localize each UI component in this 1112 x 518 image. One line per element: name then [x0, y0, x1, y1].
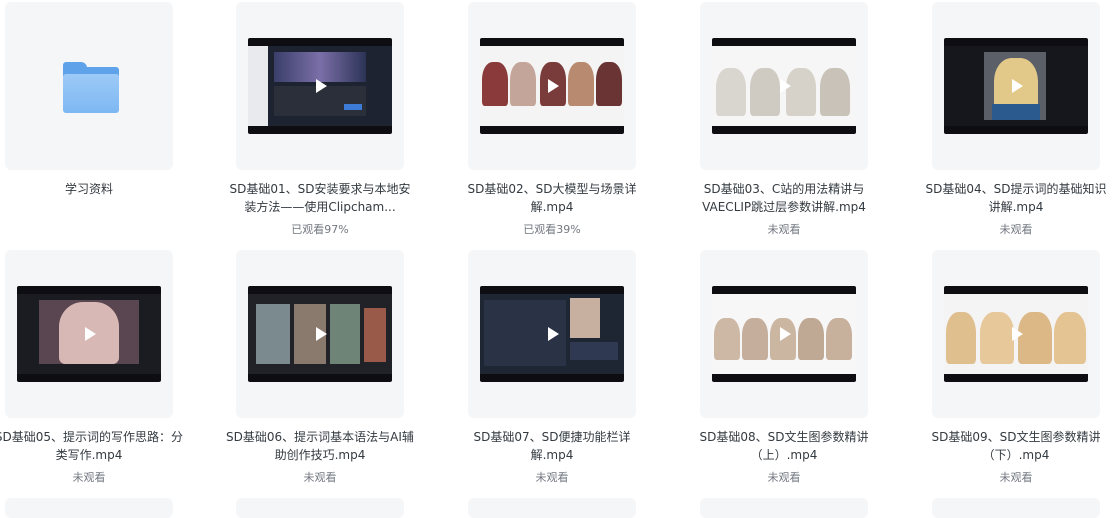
- play-icon: [316, 79, 327, 93]
- play-icon: [1012, 79, 1023, 93]
- thumbnail[interactable]: [468, 250, 636, 418]
- thumbnail[interactable]: [5, 250, 173, 418]
- file-card-partial[interactable]: [468, 498, 636, 518]
- thumbnail[interactable]: [236, 250, 404, 418]
- video-preview: [944, 286, 1088, 382]
- watch-status: 未观看: [72, 471, 106, 484]
- video-preview: [480, 38, 624, 134]
- video-preview: [712, 38, 856, 134]
- file-card-partial[interactable]: [932, 498, 1100, 518]
- watch-status: 未观看: [535, 471, 569, 484]
- file-title[interactable]: SD基础08、SD文生图参数精讲（上）.mp4: [688, 428, 880, 464]
- file-title[interactable]: SD基础06、提示词基本语法与AI辅助创作技巧.mp4: [224, 428, 416, 464]
- thumbnail[interactable]: [932, 250, 1100, 418]
- video-preview: [248, 38, 392, 134]
- thumbnail[interactable]: [236, 2, 404, 170]
- file-grid: 学习资料 SD基础01、SD安装要求与本地安装方法——使用Clipcham...…: [0, 0, 1112, 518]
- file-title[interactable]: SD基础02、SD大模型与场景详解.mp4: [456, 180, 648, 216]
- thumbnail[interactable]: [700, 2, 868, 170]
- file-title[interactable]: SD基础03、C站的用法精讲与VAECLIP跳过层参数讲解.mp4: [688, 180, 880, 216]
- video-preview: [17, 286, 161, 382]
- video-preview: [944, 38, 1088, 134]
- file-card-partial[interactable]: [236, 498, 404, 518]
- play-icon: [316, 327, 327, 341]
- file-title[interactable]: SD基础01、SD安装要求与本地安装方法——使用Clipcham...: [224, 180, 416, 216]
- thumbnail[interactable]: [932, 2, 1100, 170]
- watch-status: 未观看: [999, 223, 1033, 236]
- file-title[interactable]: SD基础09、SD文生图参数精讲（下）.mp4: [920, 428, 1112, 464]
- thumbnail[interactable]: [5, 2, 173, 170]
- file-title[interactable]: SD基础04、SD提示词的基础知识讲解.mp4: [920, 180, 1112, 216]
- file-card-partial[interactable]: [700, 498, 868, 518]
- file-title[interactable]: SD基础05、提示词的写作思路：分类写作.mp4: [0, 428, 185, 464]
- file-title[interactable]: 学习资料: [0, 180, 185, 198]
- play-icon: [780, 327, 791, 341]
- watch-status: 未观看: [303, 471, 337, 484]
- file-card-partial[interactable]: [5, 498, 173, 518]
- play-icon: [1012, 327, 1023, 341]
- play-icon: [85, 327, 96, 341]
- watch-status: 已观看39%: [523, 223, 581, 236]
- watch-status: 未观看: [767, 471, 801, 484]
- play-icon: [548, 327, 559, 341]
- file-title[interactable]: SD基础07、SD便捷功能栏详解.mp4: [456, 428, 648, 464]
- thumbnail[interactable]: [468, 2, 636, 170]
- watch-status: 已观看97%: [291, 223, 349, 236]
- watch-status: 未观看: [767, 223, 801, 236]
- play-icon: [780, 79, 791, 93]
- folder-icon: [61, 62, 121, 114]
- video-preview: [480, 286, 624, 382]
- video-preview: [248, 286, 392, 382]
- watch-status: 未观看: [999, 471, 1033, 484]
- video-preview: [712, 286, 856, 382]
- thumbnail[interactable]: [700, 250, 868, 418]
- play-icon: [548, 79, 559, 93]
